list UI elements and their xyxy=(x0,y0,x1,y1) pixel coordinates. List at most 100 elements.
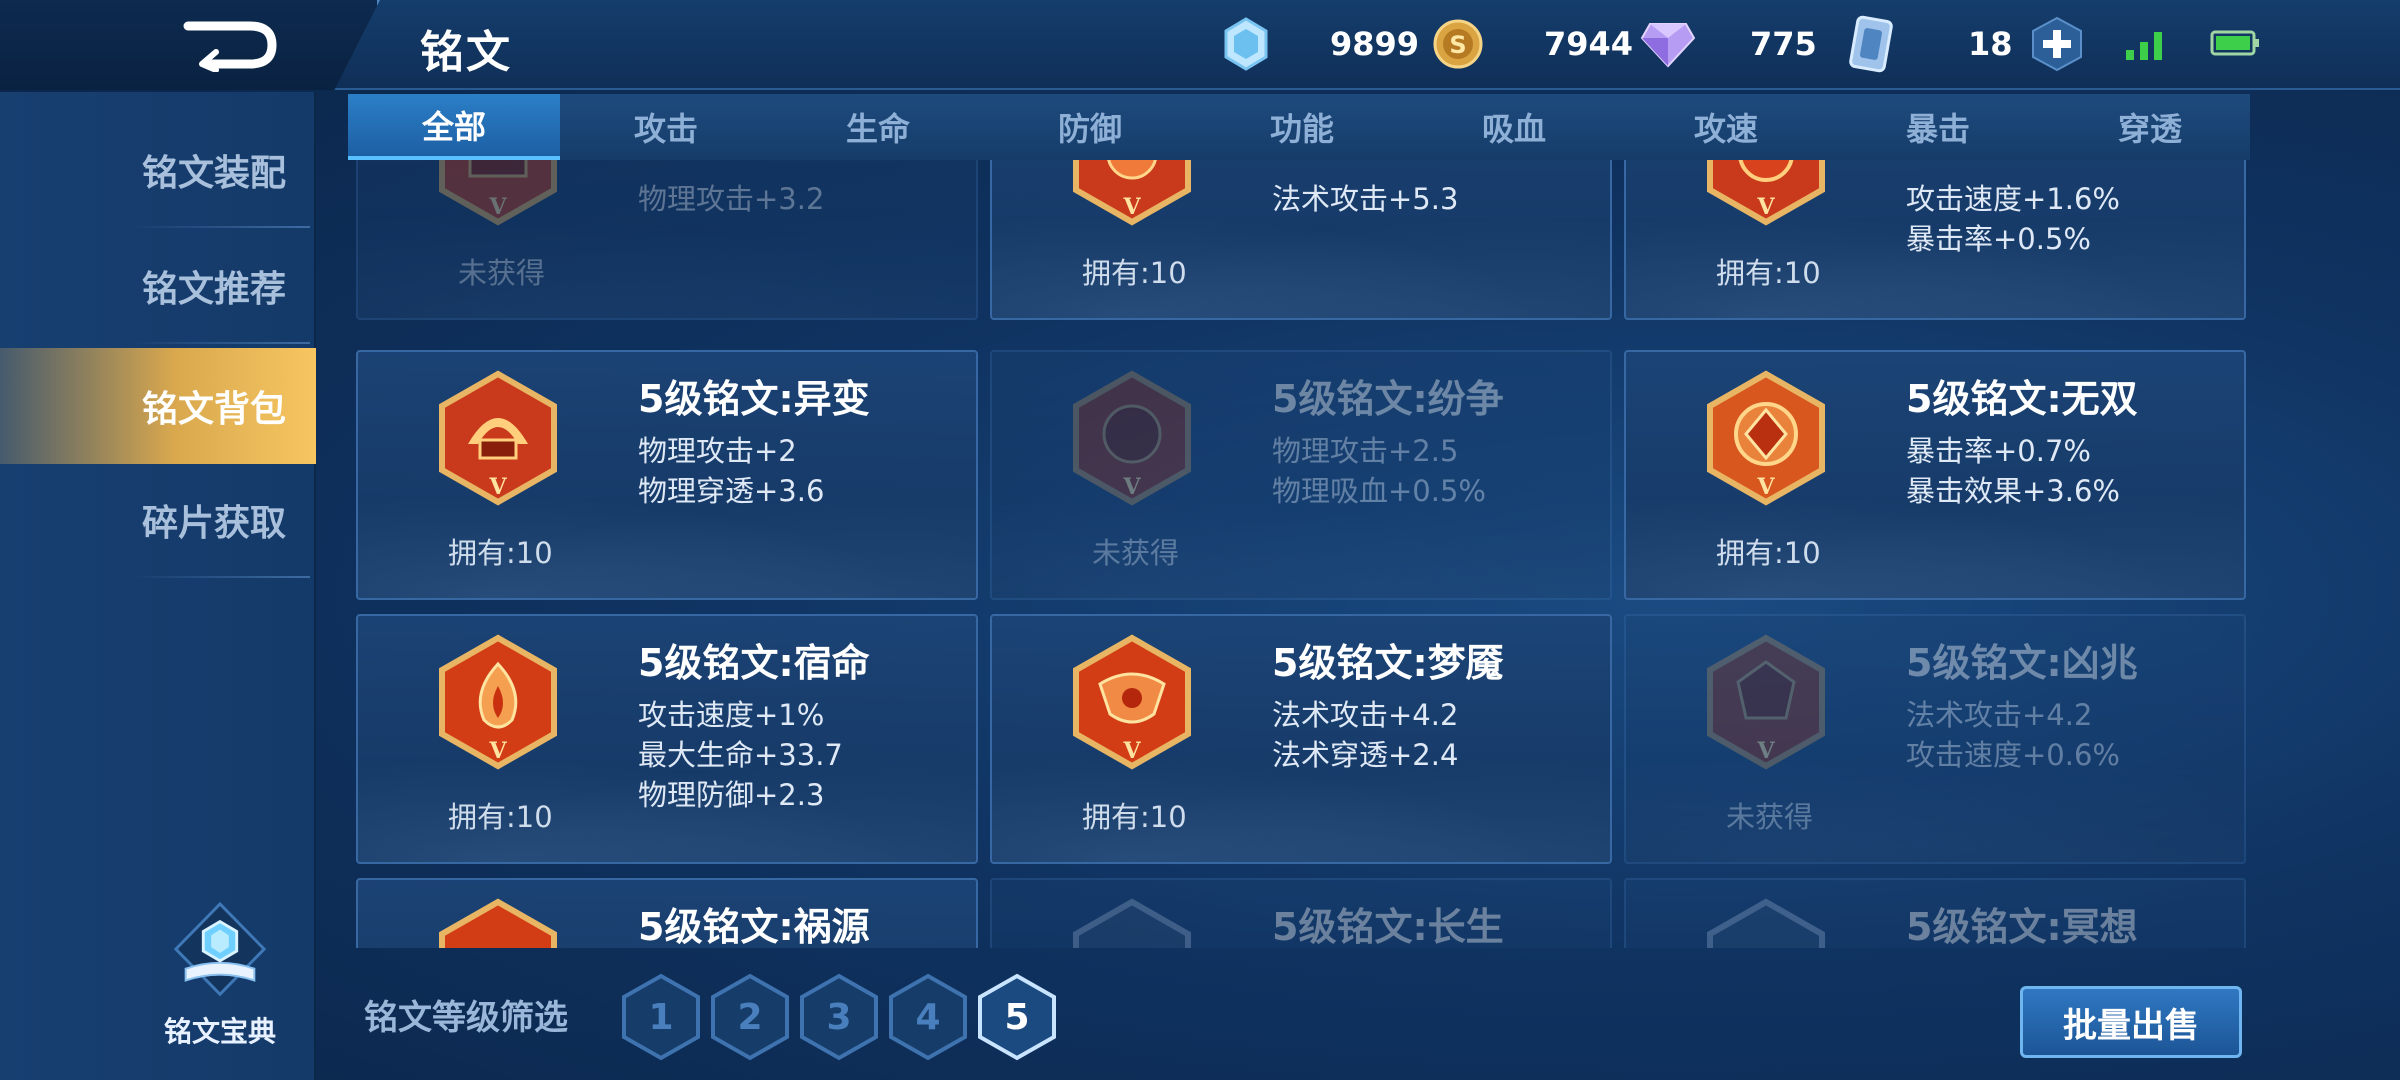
rune-stat: 物理攻击+2.5 xyxy=(1272,434,1459,468)
rune-stat: 攻击速度+1.6% xyxy=(1906,182,2120,216)
tab-function[interactable]: 功能 xyxy=(1196,94,1408,160)
diamond-count: 775 xyxy=(1750,25,1817,63)
rune-icon: V xyxy=(439,634,557,770)
battery-icon xyxy=(2210,30,2259,56)
rune-card[interactable]: V 5级铭文:凶兆 法术攻击+4.2 攻击速度+0.6% 未获得 xyxy=(1624,614,2246,864)
page-title: 铭文 xyxy=(420,27,512,78)
rune-stat: 攻击速度+0.6% xyxy=(1906,738,2120,772)
level-filter-1[interactable]: 1 xyxy=(620,972,702,1062)
rune-owned: 拥有:10 xyxy=(1082,256,1187,290)
rune-stat: 最大生命+33.7 xyxy=(638,738,843,772)
codex-label: 铭文宝典 xyxy=(163,1015,276,1048)
rune-stat: 法术攻击+4.2 xyxy=(1272,698,1459,732)
svg-text:V: V xyxy=(488,738,507,764)
codex-book-icon xyxy=(173,901,267,997)
rune-card[interactable]: V 物理攻击+3.2 未获得 xyxy=(356,160,978,320)
svg-text:V: V xyxy=(1122,738,1141,764)
rune-card[interactable]: V 攻击速度+1.6% 暴击率+0.5% 拥有:10 xyxy=(1624,160,2246,320)
gold-count: 7944 xyxy=(1544,25,1634,63)
rune-owned: 未获得 xyxy=(1726,800,1814,834)
svg-text:S: S xyxy=(1449,31,1466,59)
rune-owned: 未获得 xyxy=(458,256,546,290)
level-number: 5 xyxy=(1004,996,1030,1038)
divider xyxy=(130,576,310,578)
tab-attack[interactable]: 攻击 xyxy=(560,94,772,160)
svg-text:V: V xyxy=(1756,738,1775,764)
resource-diamond: 775 xyxy=(1640,14,1817,74)
tab-penetration[interactable]: 穿透 xyxy=(2044,94,2256,160)
rune-card[interactable]: V 5级铭文:梦魇 法术攻击+4.2 法术穿透+2.4 拥有:10 xyxy=(990,614,1612,864)
rune-stat: 攻击速度+1% xyxy=(638,698,825,732)
rune-name: 5级铭文:梦魇 xyxy=(1272,641,1504,685)
rune-icon: V xyxy=(1707,160,1825,226)
rune-name: 5级铭文:无双 xyxy=(1906,377,2138,421)
rune-card[interactable]: 5级铭文:冥想 xyxy=(1624,878,2246,948)
rune-name: 5级铭文:异变 xyxy=(638,377,870,421)
rune-stat: 法术攻击+5.3 xyxy=(1272,182,1459,216)
rune-owned: 未获得 xyxy=(1092,536,1180,570)
level-filter-4[interactable]: 4 xyxy=(887,972,969,1062)
sidebar-item-label: 碎片获取 xyxy=(141,503,286,544)
rune-card[interactable]: V 5级铭文:纷争 物理攻击+2.5 物理吸血+0.5% 未获得 xyxy=(990,350,1612,600)
rune-owned: 拥有:10 xyxy=(1716,256,1821,290)
level-filter-5[interactable]: 5 xyxy=(976,972,1058,1062)
rune-stat: 物理穿透+3.6 xyxy=(638,474,825,508)
svg-text:V: V xyxy=(488,474,507,500)
rune-card[interactable]: V 5级铭文:无双 暴击率+0.7% 暴击效果+3.6% 拥有:10 xyxy=(1624,350,2246,600)
level-filter-label: 铭文等级筛选 xyxy=(364,998,568,1038)
signal-icon xyxy=(2126,32,2162,60)
ticket-count: 18 xyxy=(1968,25,2013,63)
sidebar-item-label: 铭文装配 xyxy=(141,153,286,194)
rune-card[interactable]: V 法术攻击+5.3 拥有:10 xyxy=(990,160,1612,320)
back-arrow-icon xyxy=(183,21,277,73)
rune-name: 5级铭文:冥想 xyxy=(1906,905,2138,948)
tab-all[interactable]: 全部 xyxy=(348,94,560,160)
level-number: 3 xyxy=(826,996,852,1038)
rune-stat: 暴击效果+3.6% xyxy=(1906,474,2120,508)
tab-critical[interactable]: 暴击 xyxy=(1832,94,2044,160)
rune-icon: V xyxy=(1707,634,1825,770)
sidebar-item-label: 铭文推荐 xyxy=(141,269,286,310)
top-bar: 铭文 9899 S 7944 775 18 xyxy=(0,0,2400,90)
category-tabs: 全部 攻击 生命 防御 功能 吸血 攻速 暴击 穿透 xyxy=(348,94,2250,160)
crystal-icon xyxy=(1224,17,1268,71)
tab-health[interactable]: 生命 xyxy=(772,94,984,160)
rune-icon: V xyxy=(439,370,557,506)
rune-name: 5级铭文:祸源 xyxy=(638,905,870,948)
sidebar-item-equip[interactable]: 铭文装配 xyxy=(0,112,316,228)
level-filter-2[interactable]: 2 xyxy=(709,972,791,1062)
svg-text:V: V xyxy=(1756,474,1775,500)
level-filter-3[interactable]: 3 xyxy=(798,972,880,1062)
rune-card[interactable]: 5级铭文:祸源 xyxy=(356,878,978,948)
rune-icon: V xyxy=(1707,370,1825,506)
bottom-bar: 铭文等级筛选 1 2 3 4 5 批量出售 xyxy=(340,948,2250,1080)
tab-defense[interactable]: 防御 xyxy=(984,94,1196,160)
level-number: 1 xyxy=(648,996,674,1038)
rune-stat: 物理攻击+3.2 xyxy=(638,182,825,216)
ticket-card-icon xyxy=(1849,15,1893,73)
sidebar-item-backpack[interactable]: 铭文背包 xyxy=(0,348,316,464)
tab-lifesteal[interactable]: 吸血 xyxy=(1408,94,1620,160)
back-button[interactable] xyxy=(180,18,280,73)
rune-icon xyxy=(1707,898,1825,948)
rune-owned: 拥有:10 xyxy=(448,800,553,834)
svg-text:V: V xyxy=(1122,194,1141,220)
sidebar-item-recommend[interactable]: 铭文推荐 xyxy=(0,228,316,344)
codex-button[interactable]: 铭文宝典 xyxy=(150,900,290,1050)
rune-owned: 拥有:10 xyxy=(1716,536,1821,570)
rune-stat: 物理吸血+0.5% xyxy=(1272,474,1486,508)
tab-attack-speed[interactable]: 攻速 xyxy=(1620,94,1832,160)
rune-card[interactable]: V 5级铭文:异变 物理攻击+2 物理穿透+3.6 拥有:10 xyxy=(356,350,978,600)
diamond-icon xyxy=(1640,23,1696,68)
svg-text:V: V xyxy=(1756,194,1775,220)
rune-stat: 物理防御+2.3 xyxy=(638,778,825,812)
sidebar-item-label: 铭文背包 xyxy=(141,389,286,430)
rune-icon: V xyxy=(1073,634,1191,770)
rune-stat: 暴击率+0.5% xyxy=(1906,222,2091,256)
sidebar-item-fragments[interactable]: 碎片获取 xyxy=(0,462,316,578)
add-icon[interactable] xyxy=(2029,16,2085,72)
rune-card[interactable]: 5级铭文:长生 xyxy=(990,878,1612,948)
crystal-count: 9899 xyxy=(1330,25,1420,63)
rune-card[interactable]: V 5级铭文:宿命 攻击速度+1% 最大生命+33.7 物理防御+2.3 拥有:… xyxy=(356,614,978,864)
bulk-sell-button[interactable]: 批量出售 xyxy=(2020,986,2242,1058)
